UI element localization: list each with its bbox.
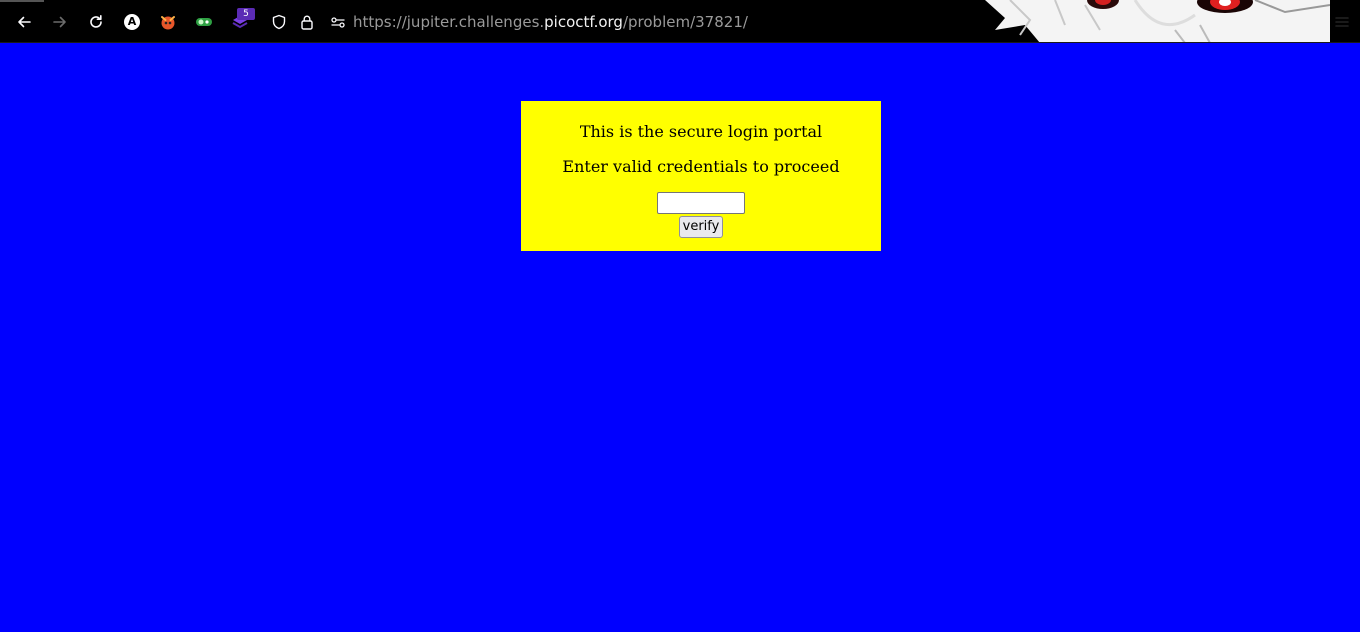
url-path: /problem/37821/ <box>622 13 748 31</box>
extension-a-letter: A <box>127 15 137 28</box>
extension-fox-icon <box>161 16 175 30</box>
lock-icon <box>301 15 313 30</box>
theme-artwork <box>985 0 1330 42</box>
shield-icon <box>272 14 286 30</box>
back-button[interactable] <box>12 10 36 34</box>
login-portal: This is the secure login portal Enter va… <box>521 101 881 251</box>
url-prefix: https://jupiter.challenges. <box>353 13 545 31</box>
tracking-protection-button[interactable] <box>267 10 291 34</box>
site-security-button[interactable] <box>295 10 319 34</box>
portal-subtitle: Enter valid credentials to proceed <box>562 157 840 176</box>
browser-toolbar: A 5 https://jupiter.challenges.picoctf.o… <box>0 0 1360 43</box>
forward-arrow-icon <box>53 16 66 28</box>
extension-a-button[interactable]: A <box>120 10 144 34</box>
back-arrow-icon <box>18 16 31 28</box>
reload-icon <box>90 15 102 28</box>
verify-button[interactable]: verify <box>679 216 723 238</box>
menu-icon <box>1335 17 1349 27</box>
url-host: picoctf.org <box>544 13 623 31</box>
permissions-icon <box>331 17 345 28</box>
menu-button[interactable] <box>1330 10 1354 34</box>
portal-title: This is the secure login portal <box>579 122 823 141</box>
password-input[interactable] <box>657 192 745 214</box>
reload-button[interactable] <box>84 10 108 34</box>
forward-button[interactable] <box>48 10 72 34</box>
extension-green-button[interactable] <box>192 10 216 34</box>
permissions-button[interactable] <box>326 10 350 34</box>
tab-indicator <box>0 0 44 2</box>
extension-fox-button[interactable] <box>156 10 180 34</box>
extension-badge: 5 <box>237 8 255 20</box>
extension-green-icon <box>196 18 212 26</box>
address-bar[interactable]: https://jupiter.challenges.picoctf.org/p… <box>353 12 748 32</box>
